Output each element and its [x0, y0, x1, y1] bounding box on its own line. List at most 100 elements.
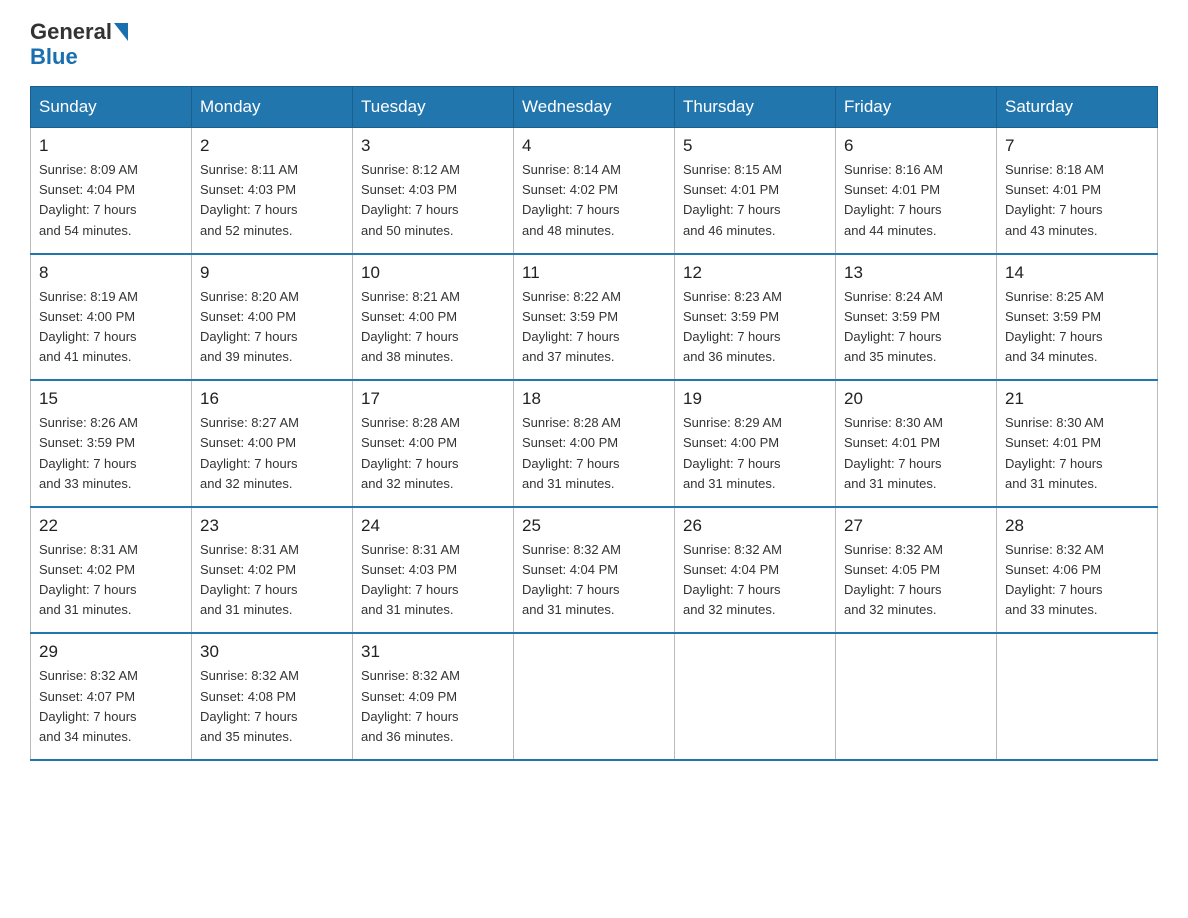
calendar-day-cell: 20 Sunrise: 8:30 AMSunset: 4:01 PMDayligh…	[836, 380, 997, 507]
day-number: 3	[361, 136, 505, 156]
day-number: 6	[844, 136, 988, 156]
day-number: 27	[844, 516, 988, 536]
day-number: 1	[39, 136, 183, 156]
day-info: Sunrise: 8:22 AMSunset: 3:59 PMDaylight:…	[522, 287, 666, 368]
day-info: Sunrise: 8:27 AMSunset: 4:00 PMDaylight:…	[200, 413, 344, 494]
calendar-week-row: 1 Sunrise: 8:09 AMSunset: 4:04 PMDaylight…	[31, 128, 1158, 254]
day-info: Sunrise: 8:24 AMSunset: 3:59 PMDaylight:…	[844, 287, 988, 368]
day-info: Sunrise: 8:31 AMSunset: 4:02 PMDaylight:…	[39, 540, 183, 621]
calendar-week-row: 15Sunrise: 8:26 AMSunset: 3:59 PMDayligh…	[31, 380, 1158, 507]
day-info: Sunrise: 8:32 AMSunset: 4:04 PMDaylight:…	[522, 540, 666, 621]
day-number: 21	[1005, 389, 1149, 409]
day-number: 17	[361, 389, 505, 409]
day-info: Sunrise: 8:15 AMSunset: 4:01 PMDaylight:…	[683, 160, 827, 241]
day-info: Sunrise: 8:20 AMSunset: 4:00 PMDaylight:…	[200, 287, 344, 368]
day-info: Sunrise: 8:32 AMSunset: 4:06 PMDaylight:…	[1005, 540, 1149, 621]
day-number: 13	[844, 263, 988, 283]
calendar-day-cell: 17 Sunrise: 8:28 AMSunset: 4:00 PMDayligh…	[353, 380, 514, 507]
calendar-day-cell: 14Sunrise: 8:25 AMSunset: 3:59 PMDayligh…	[997, 254, 1158, 381]
day-number: 11	[522, 263, 666, 283]
calendar-day-cell	[836, 633, 997, 760]
calendar-day-cell: 18 Sunrise: 8:28 AMSunset: 4:00 PMDayligh…	[514, 380, 675, 507]
calendar-day-cell	[997, 633, 1158, 760]
calendar-day-cell: 12Sunrise: 8:23 AMSunset: 3:59 PMDayligh…	[675, 254, 836, 381]
calendar-day-cell: 19 Sunrise: 8:29 AMSunset: 4:00 PMDayligh…	[675, 380, 836, 507]
day-of-week-header: Tuesday	[353, 87, 514, 128]
calendar-day-cell: 5 Sunrise: 8:15 AMSunset: 4:01 PMDaylight…	[675, 128, 836, 254]
day-info: Sunrise: 8:14 AMSunset: 4:02 PMDaylight:…	[522, 160, 666, 241]
calendar-day-cell: 27 Sunrise: 8:32 AMSunset: 4:05 PMDayligh…	[836, 507, 997, 634]
calendar-day-cell: 7 Sunrise: 8:18 AMSunset: 4:01 PMDaylight…	[997, 128, 1158, 254]
calendar-day-cell: 3 Sunrise: 8:12 AMSunset: 4:03 PMDaylight…	[353, 128, 514, 254]
day-number: 4	[522, 136, 666, 156]
day-info: Sunrise: 8:30 AMSunset: 4:01 PMDaylight:…	[1005, 413, 1149, 494]
day-number: 25	[522, 516, 666, 536]
day-info: Sunrise: 8:32 AMSunset: 4:05 PMDaylight:…	[844, 540, 988, 621]
calendar-day-cell: 16 Sunrise: 8:27 AMSunset: 4:00 PMDayligh…	[192, 380, 353, 507]
calendar-day-cell: 29Sunrise: 8:32 AMSunset: 4:07 PMDayligh…	[31, 633, 192, 760]
calendar-day-cell: 10 Sunrise: 8:21 AMSunset: 4:00 PMDayligh…	[353, 254, 514, 381]
day-number: 20	[844, 389, 988, 409]
day-info: Sunrise: 8:18 AMSunset: 4:01 PMDaylight:…	[1005, 160, 1149, 241]
calendar-day-cell: 15Sunrise: 8:26 AMSunset: 3:59 PMDayligh…	[31, 380, 192, 507]
day-number: 2	[200, 136, 344, 156]
day-number: 8	[39, 263, 183, 283]
day-number: 15	[39, 389, 183, 409]
logo-general: General	[30, 20, 112, 44]
calendar-header-row: SundayMondayTuesdayWednesdayThursdayFrid…	[31, 87, 1158, 128]
day-number: 24	[361, 516, 505, 536]
day-number: 10	[361, 263, 505, 283]
calendar-week-row: 29Sunrise: 8:32 AMSunset: 4:07 PMDayligh…	[31, 633, 1158, 760]
day-of-week-header: Sunday	[31, 87, 192, 128]
day-number: 28	[1005, 516, 1149, 536]
day-info: Sunrise: 8:30 AMSunset: 4:01 PMDaylight:…	[844, 413, 988, 494]
logo-blue: Blue	[30, 44, 78, 70]
day-number: 23	[200, 516, 344, 536]
day-info: Sunrise: 8:21 AMSunset: 4:00 PMDaylight:…	[361, 287, 505, 368]
calendar-day-cell: 1 Sunrise: 8:09 AMSunset: 4:04 PMDaylight…	[31, 128, 192, 254]
day-info: Sunrise: 8:29 AMSunset: 4:00 PMDaylight:…	[683, 413, 827, 494]
calendar-day-cell: 26Sunrise: 8:32 AMSunset: 4:04 PMDayligh…	[675, 507, 836, 634]
day-number: 30	[200, 642, 344, 662]
day-info: Sunrise: 8:28 AMSunset: 4:00 PMDaylight:…	[361, 413, 505, 494]
day-info: Sunrise: 8:32 AMSunset: 4:08 PMDaylight:…	[200, 666, 344, 747]
day-info: Sunrise: 8:09 AMSunset: 4:04 PMDaylight:…	[39, 160, 183, 241]
calendar-day-cell: 30 Sunrise: 8:32 AMSunset: 4:08 PMDayligh…	[192, 633, 353, 760]
day-info: Sunrise: 8:23 AMSunset: 3:59 PMDaylight:…	[683, 287, 827, 368]
calendar-day-cell: 2 Sunrise: 8:11 AMSunset: 4:03 PMDaylight…	[192, 128, 353, 254]
logo-arrow-icon	[114, 23, 128, 41]
day-info: Sunrise: 8:32 AMSunset: 4:09 PMDaylight:…	[361, 666, 505, 747]
day-info: Sunrise: 8:12 AMSunset: 4:03 PMDaylight:…	[361, 160, 505, 241]
day-of-week-header: Friday	[836, 87, 997, 128]
day-info: Sunrise: 8:11 AMSunset: 4:03 PMDaylight:…	[200, 160, 344, 241]
day-info: Sunrise: 8:25 AMSunset: 3:59 PMDaylight:…	[1005, 287, 1149, 368]
day-number: 18	[522, 389, 666, 409]
day-number: 5	[683, 136, 827, 156]
calendar-week-row: 22Sunrise: 8:31 AMSunset: 4:02 PMDayligh…	[31, 507, 1158, 634]
calendar-day-cell: 24 Sunrise: 8:31 AMSunset: 4:03 PMDayligh…	[353, 507, 514, 634]
calendar-day-cell	[675, 633, 836, 760]
day-info: Sunrise: 8:31 AMSunset: 4:03 PMDaylight:…	[361, 540, 505, 621]
day-of-week-header: Monday	[192, 87, 353, 128]
day-info: Sunrise: 8:28 AMSunset: 4:00 PMDaylight:…	[522, 413, 666, 494]
calendar-day-cell	[514, 633, 675, 760]
calendar-day-cell: 28 Sunrise: 8:32 AMSunset: 4:06 PMDayligh…	[997, 507, 1158, 634]
day-info: Sunrise: 8:16 AMSunset: 4:01 PMDaylight:…	[844, 160, 988, 241]
logo: General Blue	[30, 20, 128, 70]
day-number: 19	[683, 389, 827, 409]
calendar-day-cell: 23 Sunrise: 8:31 AMSunset: 4:02 PMDayligh…	[192, 507, 353, 634]
calendar-day-cell: 4 Sunrise: 8:14 AMSunset: 4:02 PMDaylight…	[514, 128, 675, 254]
calendar-day-cell: 25 Sunrise: 8:32 AMSunset: 4:04 PMDayligh…	[514, 507, 675, 634]
day-number: 31	[361, 642, 505, 662]
day-info: Sunrise: 8:19 AMSunset: 4:00 PMDaylight:…	[39, 287, 183, 368]
calendar-week-row: 8 Sunrise: 8:19 AMSunset: 4:00 PMDaylight…	[31, 254, 1158, 381]
calendar-day-cell: 11 Sunrise: 8:22 AMSunset: 3:59 PMDayligh…	[514, 254, 675, 381]
calendar-day-cell: 21 Sunrise: 8:30 AMSunset: 4:01 PMDayligh…	[997, 380, 1158, 507]
day-number: 29	[39, 642, 183, 662]
day-info: Sunrise: 8:31 AMSunset: 4:02 PMDaylight:…	[200, 540, 344, 621]
calendar-day-cell: 8 Sunrise: 8:19 AMSunset: 4:00 PMDaylight…	[31, 254, 192, 381]
day-number: 7	[1005, 136, 1149, 156]
day-number: 16	[200, 389, 344, 409]
calendar-day-cell: 9Sunrise: 8:20 AMSunset: 4:00 PMDaylight…	[192, 254, 353, 381]
day-number: 26	[683, 516, 827, 536]
